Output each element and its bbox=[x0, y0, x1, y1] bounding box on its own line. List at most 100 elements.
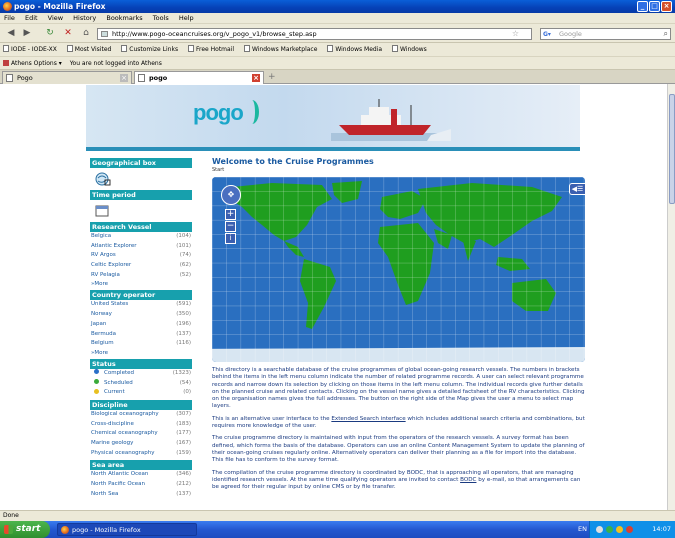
athens-toolbar: Athens Options ▾ You are not logged into… bbox=[0, 57, 675, 70]
list-item[interactable]: Current (0) bbox=[90, 388, 192, 398]
tab-label: pogo bbox=[149, 74, 168, 82]
item-label: Japan bbox=[91, 320, 107, 327]
bookmark-windows-media[interactable]: Windows Media bbox=[327, 45, 382, 53]
item-count: (167) bbox=[176, 440, 191, 446]
list-item[interactable]: Chemical oceanography (177) bbox=[90, 429, 192, 439]
tab-pogo-2[interactable]: pogo × bbox=[134, 71, 264, 85]
item-count: (62) bbox=[179, 262, 191, 269]
menu-history[interactable]: History bbox=[73, 14, 96, 22]
item-count: (159) bbox=[176, 449, 191, 456]
geo-box-icon[interactable] bbox=[90, 168, 192, 188]
bookmark-windows[interactable]: Windows bbox=[391, 45, 427, 53]
item-count: (101) bbox=[176, 242, 191, 249]
list-item[interactable]: Japan (196) bbox=[90, 320, 192, 330]
item-label: North Atlantic Ocean bbox=[91, 471, 149, 478]
bookmark-iode[interactable]: IODE - IODE-XX bbox=[3, 45, 57, 53]
list-item[interactable]: RV Argos (74) bbox=[90, 251, 192, 261]
page-title: Welcome to the Cruise Programmes bbox=[212, 157, 374, 166]
item-count: (0) bbox=[183, 389, 191, 396]
tray-alert-icon[interactable] bbox=[626, 526, 633, 533]
google-icon[interactable]: G▾ bbox=[543, 30, 555, 38]
bookmark-star-icon[interactable]: ☆ bbox=[512, 29, 519, 39]
search-icon[interactable]: ⌕ bbox=[664, 29, 668, 39]
country-more-link[interactable]: »More bbox=[90, 349, 192, 357]
maximize-button[interactable]: □ bbox=[649, 1, 660, 12]
item-label: Belgium bbox=[91, 340, 114, 347]
list-item[interactable]: Biological oceanography (307) bbox=[90, 410, 192, 420]
close-button[interactable]: × bbox=[661, 1, 672, 12]
page-icon bbox=[243, 45, 250, 52]
system-tray: EN 14:07 bbox=[578, 521, 675, 538]
list-item[interactable]: Atlantic Explorer (101) bbox=[90, 242, 192, 252]
tray-shield-icon[interactable] bbox=[606, 526, 613, 533]
back-arrow-icon[interactable]: ◀ bbox=[4, 27, 18, 40]
page-scrollbar[interactable] bbox=[667, 84, 675, 510]
list-item[interactable]: Physical oceanography (159) bbox=[90, 449, 192, 459]
language-indicator[interactable]: EN bbox=[578, 521, 587, 538]
list-item[interactable]: RV Pelagia (52) bbox=[90, 271, 192, 281]
list-item[interactable]: Scheduled (54) bbox=[90, 379, 192, 389]
tray-network-icon[interactable] bbox=[616, 526, 623, 533]
menu-edit[interactable]: Edit bbox=[25, 14, 38, 22]
home-icon[interactable]: ⌂ bbox=[80, 27, 92, 40]
world-map[interactable]: ✥ + − i ◀☰ bbox=[212, 177, 585, 362]
list-item[interactable]: United States (591) bbox=[90, 300, 192, 310]
item-count: (307) bbox=[176, 410, 191, 417]
taskbar-firefox-item[interactable]: pogo - Mozilla Firefox bbox=[57, 523, 197, 536]
bodc-link[interactable]: BODC bbox=[460, 477, 476, 483]
bookmark-customize-links[interactable]: Customize Links bbox=[121, 45, 178, 53]
athens-options-button[interactable]: Athens Options ▾ bbox=[3, 60, 62, 67]
zoom-out-button[interactable]: − bbox=[225, 221, 236, 232]
section-sea-area: Sea area bbox=[90, 460, 192, 471]
calendar-icon[interactable] bbox=[90, 200, 192, 220]
search-input[interactable]: G▾ Google ⌕ bbox=[540, 28, 671, 40]
menu-file[interactable]: File bbox=[4, 14, 15, 22]
list-item[interactable]: Completed (1323) bbox=[90, 369, 192, 379]
menu-view[interactable]: View bbox=[48, 14, 63, 22]
item-count: (116) bbox=[176, 340, 191, 347]
minimize-button[interactable]: _ bbox=[637, 1, 648, 12]
stop-icon[interactable]: ✕ bbox=[62, 27, 74, 40]
start-button[interactable]: start bbox=[0, 521, 50, 538]
zoom-in-button[interactable]: + bbox=[225, 209, 236, 220]
tab-pogo-1[interactable]: Pogo × bbox=[2, 71, 132, 84]
list-item[interactable]: Norway (350) bbox=[90, 310, 192, 320]
tray-arrow-icon[interactable] bbox=[596, 526, 603, 533]
list-item[interactable]: Belgium (116) bbox=[90, 339, 192, 349]
bookmark-most-visited[interactable]: Most Visited bbox=[66, 45, 111, 53]
item-label: Atlantic Explorer bbox=[91, 242, 137, 249]
extended-search-link[interactable]: Extended Search interface bbox=[331, 416, 405, 422]
tab-close-icon[interactable]: × bbox=[252, 74, 260, 82]
breadcrumb[interactable]: Start bbox=[212, 167, 585, 176]
item-label: Marine geology bbox=[91, 440, 134, 446]
list-item[interactable]: North Sea (137) bbox=[90, 490, 192, 500]
menu-help[interactable]: Help bbox=[179, 14, 194, 22]
list-item[interactable]: Bermuda (137) bbox=[90, 330, 192, 340]
menu-tools[interactable]: Tools bbox=[153, 14, 169, 22]
scrollbar-thumb[interactable] bbox=[669, 94, 675, 204]
item-label: Chemical oceanography bbox=[91, 430, 158, 437]
tab-close-icon[interactable]: × bbox=[120, 74, 128, 82]
vessel-more-link[interactable]: »More bbox=[90, 280, 192, 288]
reload-icon[interactable]: ↻ bbox=[44, 27, 56, 40]
url-bar[interactable]: http://www.pogo-oceancruises.org/v_pogo_… bbox=[97, 28, 532, 40]
athens-icon bbox=[3, 60, 9, 66]
pan-control[interactable]: ✥ bbox=[221, 185, 241, 205]
list-item[interactable]: Celtic Explorer (62) bbox=[90, 261, 192, 271]
item-count: (183) bbox=[176, 420, 191, 427]
firefox-icon bbox=[61, 526, 69, 534]
list-item[interactable]: Belgica (104) bbox=[90, 232, 192, 242]
menu-bookmarks[interactable]: Bookmarks bbox=[106, 14, 142, 22]
bookmark-free-hotmail[interactable]: Free Hotmail bbox=[188, 45, 234, 53]
list-item[interactable]: North Pacific Ocean (212) bbox=[90, 480, 192, 490]
forward-arrow-icon[interactable]: ▶ bbox=[20, 27, 34, 40]
bookmark-windows-marketplace[interactable]: Windows Marketplace bbox=[243, 45, 317, 53]
layer-switcher-button[interactable]: ◀☰ bbox=[569, 183, 585, 195]
list-item[interactable]: Cross-discipline (183) bbox=[90, 420, 192, 430]
pogo-logo[interactable]: pogo bbox=[193, 100, 259, 126]
info-button[interactable]: i bbox=[225, 233, 236, 244]
list-item[interactable]: North Atlantic Ocean (346) bbox=[90, 470, 192, 480]
new-tab-button[interactable]: + bbox=[268, 71, 276, 83]
list-item[interactable]: Marine geology (167) bbox=[90, 439, 192, 449]
folder-icon bbox=[66, 45, 73, 52]
